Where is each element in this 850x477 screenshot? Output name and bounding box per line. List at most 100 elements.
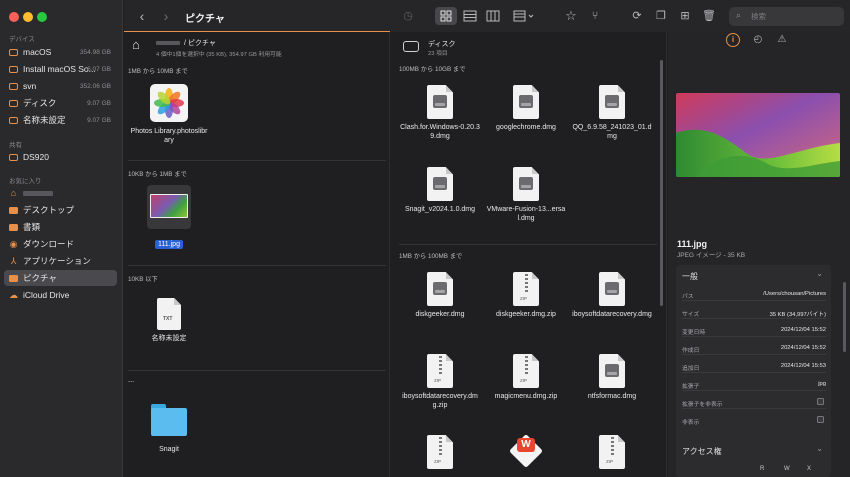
file-item[interactable]: ntfsformac.dmg bbox=[572, 354, 652, 401]
dmg-icon bbox=[427, 167, 453, 201]
sidebar-item-install-macos[interactable]: Install macOS So... 6.07 GB bbox=[4, 61, 117, 77]
dmg-icon bbox=[599, 85, 625, 119]
file-item[interactable]: W bbox=[486, 432, 566, 468]
file-item[interactable]: Snagit_v2024.1.0.dmg bbox=[400, 167, 480, 214]
info-row-hidden: 非表示 bbox=[682, 413, 826, 427]
file-item[interactable]: Photos Library.photoslibrary bbox=[129, 84, 209, 145]
download-icon: ◉ bbox=[9, 238, 18, 249]
desktop-icon bbox=[9, 206, 18, 214]
list-view-button[interactable] bbox=[459, 7, 481, 25]
columns-icon bbox=[486, 10, 500, 22]
sidebar-item-home[interactable]: ⌂ bbox=[4, 185, 117, 201]
window-title: ピクチャ bbox=[185, 14, 225, 25]
file-item[interactable]: iboysoftdatarecovery.dmg bbox=[572, 272, 652, 319]
general-section: 一般 ⌄ パス/Users/chousan/Pictures サイズ 35 KB … bbox=[676, 265, 831, 463]
sidebar-section-devices: デバイス bbox=[9, 36, 35, 43]
redacted-username bbox=[156, 41, 180, 45]
info-row-created: 作成日 2024/12/04 15:52 bbox=[682, 341, 826, 355]
file-item[interactable]: ZIP diskgeeker.dmg.zip bbox=[486, 272, 566, 319]
image-thumbnail bbox=[147, 185, 191, 229]
drive-icon bbox=[9, 82, 18, 90]
file-item[interactable]: Clash.for.Windows-0.20.39.dmg bbox=[400, 85, 480, 141]
dmg-icon bbox=[427, 272, 453, 306]
pictures-pane[interactable]: ⌂ / ピクチャ 4 個中1個を選択中 (35 KB), 354.97 GB 利… bbox=[124, 32, 390, 477]
warning-tab-icon[interactable]: ⚠ bbox=[775, 33, 789, 47]
file-item[interactable]: ZIP iboysoftdatarecovery.dmg.zip bbox=[400, 354, 480, 410]
path-label: / ピクチャ bbox=[184, 40, 216, 47]
info-row-size: サイズ 35 KB (34,997バイト) bbox=[682, 305, 826, 319]
info-row-modified: 変更日時 2024/12/04 15:52 bbox=[682, 323, 826, 337]
drive-icon bbox=[9, 99, 18, 107]
star-icon[interactable]: ☆ bbox=[563, 8, 579, 24]
hide-extension-checkbox[interactable] bbox=[817, 398, 824, 405]
sidebar-item-desktop[interactable]: デスクトップ bbox=[4, 202, 117, 218]
sidebar-item-pictures[interactable]: ピクチャ bbox=[4, 270, 117, 286]
file-item[interactable]: googlechrome.dmg bbox=[486, 85, 566, 132]
file-item[interactable]: QQ_6.9.58_241023_01.dmg bbox=[572, 85, 652, 141]
zip-icon: ZIP bbox=[513, 354, 539, 388]
sidebar-item-ds920[interactable]: DS920 bbox=[4, 149, 117, 165]
group-label: 1MB から 100MB まで bbox=[399, 253, 463, 260]
search-input[interactable] bbox=[751, 10, 839, 23]
sidebar-item-downloads[interactable]: ◉ ダウンロード bbox=[4, 236, 117, 252]
info-tab-icon[interactable]: i bbox=[726, 33, 740, 47]
back-button[interactable]: ‹ bbox=[134, 8, 150, 24]
file-item[interactable]: ZIP magicmenu.dmg.zip bbox=[486, 354, 566, 401]
document-icon bbox=[9, 223, 18, 231]
forward-button[interactable]: › bbox=[158, 8, 174, 24]
trash-icon[interactable]: 🗑 bbox=[701, 8, 717, 24]
info-row-path: パス/Users/chousan/Pictures bbox=[682, 287, 826, 301]
file-item[interactable]: VMware-Fusion-13...ersal.dmg bbox=[486, 167, 566, 223]
group-icon bbox=[513, 10, 534, 22]
sidebar-item-disk[interactable]: ディスク 9.07 GB bbox=[4, 95, 117, 111]
group-by-menu[interactable] bbox=[510, 7, 538, 25]
pane-status: 4 個中1個を選択中 (35 KB), 354.97 GB 利用可能 bbox=[156, 52, 282, 58]
minimize-window-button[interactable] bbox=[23, 12, 33, 22]
dmg-icon bbox=[513, 167, 539, 201]
new-folder-icon[interactable]: ⊞ bbox=[677, 8, 693, 24]
sidebar-item-macos[interactable]: macOS 354.98 GB bbox=[4, 44, 117, 60]
search-field[interactable]: ⌕ bbox=[729, 7, 844, 26]
sidebar-item-svn[interactable]: svn 352.06 GB bbox=[4, 78, 117, 94]
icon-view-button[interactable] bbox=[435, 7, 457, 25]
info-kind: JPEG イメージ - 35 KB bbox=[677, 252, 746, 259]
scrollbar[interactable] bbox=[660, 60, 663, 306]
group-label: 10KB 以下 bbox=[128, 276, 158, 283]
zoom-window-button[interactable] bbox=[37, 12, 47, 22]
file-item[interactable]: TXT 名称未設定 bbox=[129, 298, 209, 343]
pane-count: 23 項目 bbox=[428, 51, 448, 57]
disk-pane[interactable]: ディスク 23 項目 100MB から 10GB まで Clash.for.Wi… bbox=[391, 32, 667, 477]
sidebar-item-documents[interactable]: 書類 bbox=[4, 219, 117, 235]
column-view-button[interactable] bbox=[482, 7, 504, 25]
refresh-icon[interactable]: ⟳ bbox=[629, 8, 645, 24]
zip-icon: ZIP bbox=[513, 272, 539, 306]
search-icon: ⌕ bbox=[736, 10, 742, 20]
chevron-down-icon[interactable]: ⌄ bbox=[816, 269, 823, 278]
info-row-hide-extension: 拡張子を非表示 bbox=[682, 395, 826, 409]
time-icon[interactable]: ◷ bbox=[400, 8, 416, 24]
dmg-icon bbox=[427, 85, 453, 119]
info-pane: i ◴ ⚠ 111.jpg JPEG イメージ - 35 KB 一般 ⌄ パス /… bbox=[668, 32, 850, 477]
chevron-down-icon[interactable]: ⌄ bbox=[816, 444, 823, 453]
copy-icon[interactable]: ❐ bbox=[653, 8, 669, 24]
zip-icon: ZIP bbox=[599, 435, 625, 469]
close-window-button[interactable] bbox=[9, 12, 19, 22]
sidebar-item-icloud[interactable]: ☁ iCloud Drive bbox=[4, 287, 117, 303]
sidebar-item-untitled[interactable]: 名称未設定 9.07 GB bbox=[4, 112, 117, 128]
scrollbar[interactable] bbox=[843, 282, 846, 352]
sidebar-item-applications[interactable]: ⅄ アプリケーション bbox=[4, 253, 117, 269]
file-item[interactable]: diskgeeker.dmg bbox=[400, 272, 480, 319]
folder-item[interactable]: Snagit bbox=[129, 404, 209, 454]
file-item[interactable]: ZIP bbox=[572, 435, 652, 469]
file-item-selected[interactable]: 111.jpg bbox=[129, 185, 209, 251]
home-icon: ⌂ bbox=[10, 187, 17, 198]
history-tab-icon[interactable]: ◴ bbox=[751, 33, 765, 47]
sidebar: デバイス macOS 354.98 GB Install macOS So... 6… bbox=[0, 0, 123, 477]
share-icon[interactable]: ⑂ bbox=[587, 8, 603, 24]
info-row-added: 追加日 2024/12/04 15:53 bbox=[682, 359, 826, 373]
photos-icon bbox=[150, 84, 188, 122]
hidden-checkbox[interactable] bbox=[817, 416, 824, 423]
server-icon bbox=[9, 153, 18, 161]
file-item[interactable]: ZIP bbox=[400, 435, 480, 469]
group-label: --- bbox=[128, 378, 135, 385]
